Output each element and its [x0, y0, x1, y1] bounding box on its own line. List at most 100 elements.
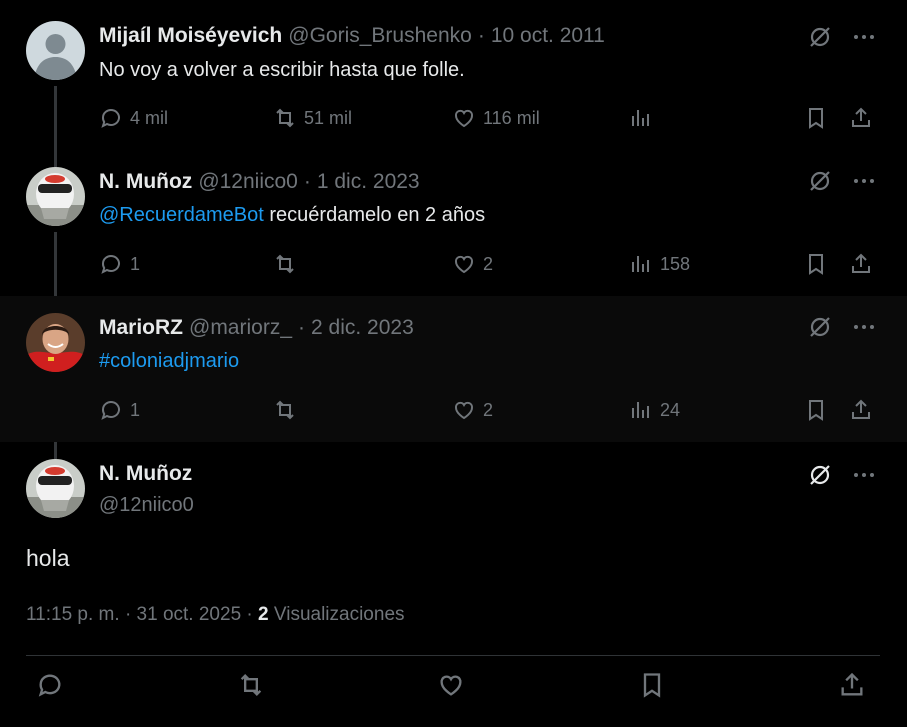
avatar[interactable]	[26, 313, 85, 372]
like-count: 2	[483, 253, 494, 274]
views-button[interactable]: 24	[629, 395, 680, 425]
like-button[interactable]: 116 mil	[452, 103, 540, 133]
grok-icon[interactable]	[807, 462, 833, 488]
bookmark-icon	[809, 254, 823, 275]
display-name[interactable]: Mijaíl Moiséyevich	[99, 24, 282, 48]
more-icon[interactable]	[851, 314, 877, 340]
tweet-date[interactable]: 10 oct. 2011	[491, 24, 605, 48]
reply-button[interactable]: 1	[99, 249, 140, 279]
hashtag-link[interactable]: #coloniadjmario	[99, 350, 239, 372]
tweet-actions: 1 2 158	[99, 249, 879, 279]
tweet-2[interactable]: N. Muñoz @12niico0 · 1 dic. 2023 @Recuer…	[0, 150, 907, 296]
more-icon[interactable]	[851, 168, 877, 194]
bookmark-button[interactable]	[804, 395, 828, 425]
more-icon[interactable]	[851, 462, 877, 488]
like-button[interactable]	[437, 670, 465, 700]
display-name[interactable]: N. Muñoz	[99, 170, 192, 194]
grok-icon[interactable]	[807, 168, 833, 194]
mention-link[interactable]: @RecuerdameBot	[99, 204, 264, 226]
grok-icon[interactable]	[807, 314, 833, 340]
tweet-header: Mijaíl Moiséyevich @Goris_Brushenko · 10…	[99, 23, 605, 49]
user-handle[interactable]: @12niico0	[198, 170, 298, 194]
grok-icon[interactable]	[807, 24, 833, 50]
tweet-text-rest: recuérdamelo en 2 años	[263, 204, 486, 226]
views-count: 158	[660, 253, 691, 274]
tweet-top-actions	[807, 462, 877, 488]
bookmark-button[interactable]	[638, 670, 666, 700]
bookmark-button[interactable]	[804, 249, 828, 279]
share-button[interactable]	[838, 670, 866, 700]
divider	[26, 655, 880, 656]
more-icon[interactable]	[851, 24, 877, 50]
share-button[interactable]	[849, 395, 873, 425]
retweet-button[interactable]	[273, 395, 304, 425]
bookmark-icon	[809, 400, 823, 421]
like-count: 2	[483, 399, 494, 420]
tweet-3[interactable]: MarioRZ @mariorz_ · 2 dic. 2023 #colonia…	[0, 296, 907, 442]
like-count: 116 mil	[483, 107, 540, 128]
bookmark-icon	[643, 673, 661, 698]
display-name[interactable]: N. Muñoz	[99, 462, 192, 486]
separator: ·	[298, 316, 306, 339]
bookmark-button[interactable]	[804, 103, 828, 133]
avatar[interactable]	[26, 459, 85, 518]
like-icon	[455, 109, 473, 128]
avatar[interactable]	[26, 21, 85, 80]
retweet-button[interactable]	[237, 670, 265, 700]
tweet-text: #coloniadjmario	[99, 350, 239, 373]
tweet-actions: 4 mil 51 mil 116 mil	[99, 103, 879, 133]
reply-count: 1	[130, 253, 141, 274]
separator: ·	[303, 170, 311, 193]
tweet-actions: 1 2 24	[99, 395, 879, 425]
tweet-text: No voy a volver a escribir hasta que fol…	[99, 59, 465, 81]
retweet-icon	[240, 674, 262, 696]
display-name[interactable]: MarioRZ	[99, 316, 183, 340]
retweet-icon	[276, 108, 294, 128]
bookmark-icon	[809, 108, 823, 129]
tweet-text: hola	[26, 545, 70, 571]
share-icon	[852, 253, 870, 273]
views-count: 24	[660, 399, 681, 420]
reply-button[interactable]: 4 mil	[99, 103, 168, 133]
views-icon	[632, 110, 649, 126]
tweet-top-actions	[807, 24, 877, 50]
reply-count: 4 mil	[130, 107, 169, 128]
avatar[interactable]	[26, 167, 85, 226]
like-icon	[455, 401, 473, 420]
tweet-header: N. Muñoz @12niico0 · 1 dic. 2023	[99, 169, 420, 195]
reply-count: 1	[130, 399, 141, 420]
retweet-icon	[276, 254, 294, 274]
tweet-top-actions	[807, 168, 877, 194]
reply-button[interactable]: 1	[99, 395, 140, 425]
views-count: 2	[258, 604, 269, 625]
tweet-1[interactable]: Mijaíl Moiséyevich @Goris_Brushenko · 10…	[0, 0, 907, 150]
share-button[interactable]	[849, 249, 873, 279]
reply-icon	[101, 401, 120, 420]
user-handle[interactable]: @mariorz_	[189, 316, 292, 340]
views-label: Visualizaciones	[273, 604, 405, 625]
share-icon	[841, 672, 863, 696]
reply-icon	[101, 255, 120, 274]
retweet-button[interactable]: 51 mil	[273, 103, 352, 133]
tweet-time[interactable]: 11:15 p. m.	[26, 604, 120, 625]
like-icon	[440, 675, 462, 696]
like-button[interactable]: 2	[452, 249, 493, 279]
views-button[interactable]: 158	[629, 249, 690, 279]
separator: ·	[124, 604, 132, 625]
like-button[interactable]: 2	[452, 395, 493, 425]
views-icon	[632, 402, 649, 418]
retweet-button[interactable]	[273, 249, 304, 279]
tweet-header: MarioRZ @mariorz_ · 2 dic. 2023	[99, 315, 414, 341]
tweet-date[interactable]: 1 dic. 2023	[317, 170, 420, 194]
share-icon	[852, 107, 870, 127]
user-handle[interactable]: @12niico0	[99, 494, 194, 517]
views-button[interactable]	[629, 103, 660, 133]
share-button[interactable]	[849, 103, 873, 133]
reply-icon	[38, 674, 61, 697]
share-icon	[852, 399, 870, 419]
conversation-thread: Mijaíl Moiséyevich @Goris_Brushenko · 10…	[0, 0, 907, 727]
reply-button[interactable]	[36, 670, 64, 700]
tweet-date[interactable]: 2 dic. 2023	[311, 316, 414, 340]
tweet-date[interactable]: 31 oct. 2025	[137, 604, 242, 625]
user-handle[interactable]: @Goris_Brushenko	[288, 24, 472, 48]
